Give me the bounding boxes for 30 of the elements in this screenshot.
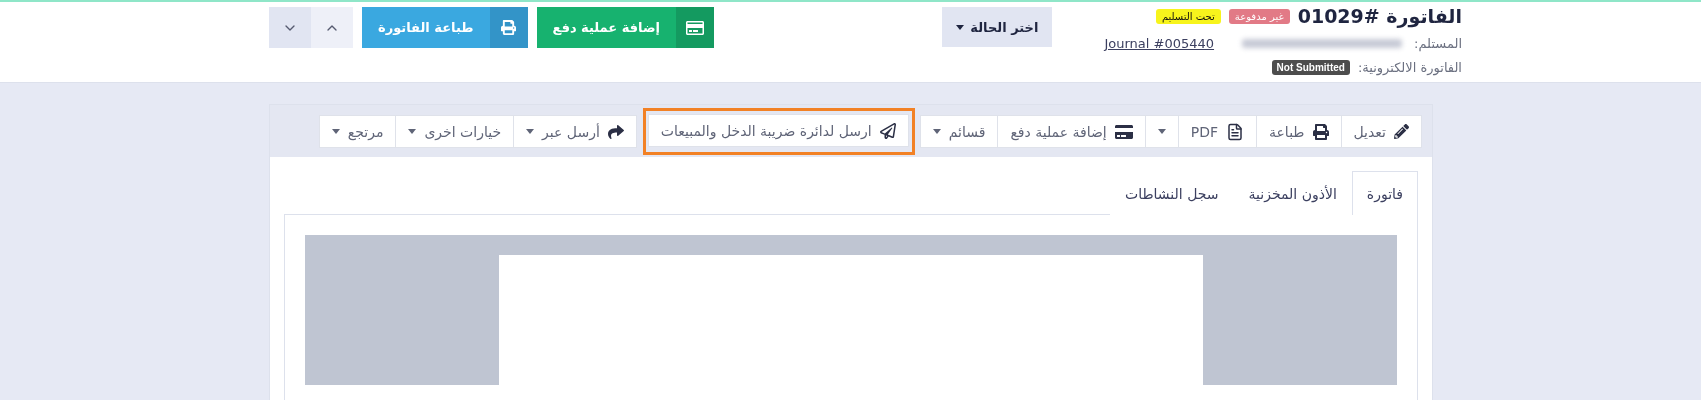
status-badge: تحت التسليم bbox=[1155, 8, 1221, 24]
document-icon bbox=[1226, 122, 1244, 141]
credit-card-icon bbox=[1114, 122, 1133, 141]
recipient-label: المستلم: bbox=[1414, 36, 1462, 51]
dropdown-toggle[interactable] bbox=[1144, 115, 1179, 148]
toolbar-button[interactable]: تعديل bbox=[1340, 115, 1422, 148]
toolbar-button[interactable]: ارسل لدائرة ضريبة الدخل والمبيعات bbox=[647, 114, 909, 147]
tab[interactable]: فاتورة bbox=[1351, 171, 1418, 215]
e-invoice-label: الفاتورة الالكترونية: bbox=[1357, 60, 1462, 75]
status-dropdown[interactable]: اختر الحالة bbox=[942, 7, 1053, 47]
journal-link[interactable]: Journal #005440 bbox=[1104, 36, 1215, 51]
toolbar-button[interactable]: PDF bbox=[1177, 115, 1257, 148]
caret-icon bbox=[956, 24, 965, 30]
printer-icon bbox=[501, 20, 516, 35]
invoice-title: الفاتورة #01029 bbox=[1297, 5, 1462, 27]
next-button[interactable] bbox=[269, 7, 311, 48]
toolbar-button[interactable]: قسائم bbox=[919, 115, 999, 148]
submission-status: Not Submitted bbox=[1271, 60, 1350, 75]
printer-icon bbox=[1312, 123, 1329, 140]
share-icon bbox=[607, 123, 624, 140]
toolbar-button[interactable]: خيارات اخرى bbox=[395, 115, 515, 148]
previous-button[interactable] bbox=[311, 7, 353, 48]
toolbar-button[interactable]: طباعة bbox=[1256, 115, 1342, 148]
toolbar-button[interactable]: مرتجع bbox=[318, 115, 397, 148]
toolbar-button[interactable]: إضافة عملية دفع bbox=[997, 115, 1146, 148]
credit-card-icon bbox=[686, 18, 704, 37]
send-icon bbox=[879, 122, 896, 139]
pencil-icon bbox=[1394, 124, 1409, 139]
toolbar-button[interactable]: أرسل عبر bbox=[513, 115, 637, 148]
status-badge: غير مدفوعة bbox=[1228, 8, 1290, 24]
